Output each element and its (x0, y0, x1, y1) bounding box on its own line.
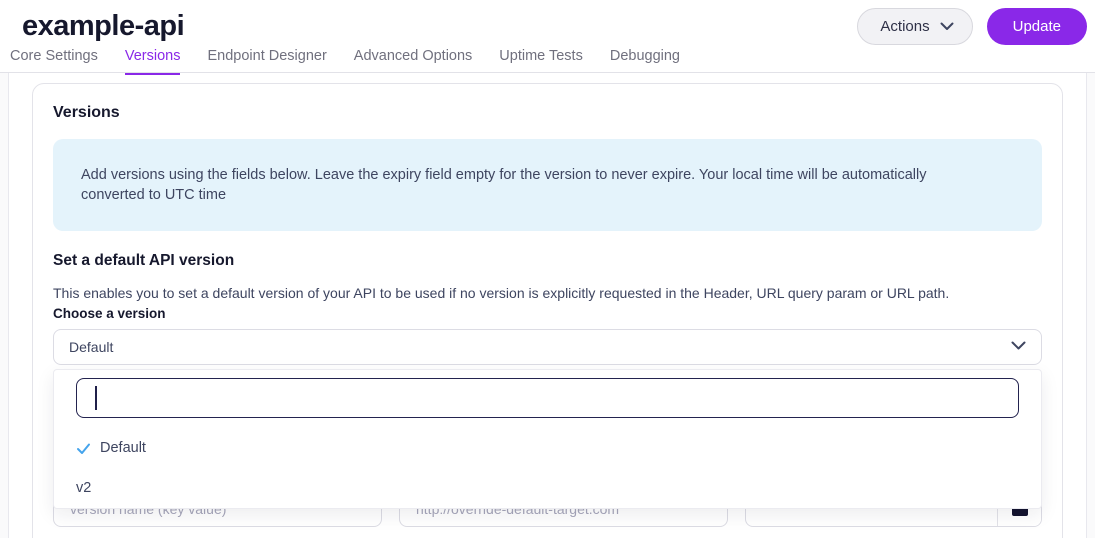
choose-version-label: Choose a version (53, 306, 166, 321)
tab-core-settings[interactable]: Core Settings (10, 48, 98, 75)
version-select-wrap: Default Default v2 (53, 329, 1042, 509)
check-icon (76, 441, 91, 456)
info-banner-text: Add versions using the fields below. Lea… (81, 167, 927, 203)
dropdown-option-v2[interactable]: v2 (54, 472, 1041, 504)
dropdown-search-input[interactable] (98, 390, 1000, 406)
dropdown-option-default[interactable]: Default (54, 432, 1041, 464)
version-dropdown-panel: Default v2 (53, 369, 1042, 509)
text-caret (95, 386, 97, 410)
tab-debugging[interactable]: Debugging (610, 48, 680, 75)
tab-bar: Core Settings Versions Endpoint Designer… (0, 48, 1095, 75)
dropdown-option-label: Default (100, 440, 146, 456)
tab-advanced-options[interactable]: Advanced Options (354, 48, 473, 75)
update-button[interactable]: Update (986, 8, 1087, 45)
dropdown-option-label: v2 (76, 480, 92, 496)
chevron-down-icon (940, 18, 954, 35)
tab-endpoint-designer[interactable]: Endpoint Designer (207, 48, 326, 75)
version-select[interactable]: Default (53, 329, 1042, 365)
actions-button[interactable]: Actions (857, 8, 973, 45)
info-banner: Add versions using the fields below. Lea… (53, 139, 1042, 231)
tab-versions[interactable]: Versions (124, 48, 181, 75)
version-select-value: Default (69, 339, 114, 355)
page-title: example-api (22, 10, 185, 42)
versions-card: Versions Add versions using the fields b… (32, 83, 1063, 538)
update-button-label: Update (1012, 18, 1061, 35)
dropdown-search-box[interactable] (76, 378, 1019, 418)
page-header: example-api Actions Update (0, 0, 1095, 48)
tab-uptime-tests[interactable]: Uptime Tests (499, 48, 583, 75)
default-version-description: This enables you to set a default versio… (53, 285, 950, 301)
content-container: Versions Add versions using the fields b… (8, 73, 1087, 538)
card-heading: Versions (53, 104, 120, 121)
chevron-down-icon (1011, 338, 1026, 356)
default-version-heading: Set a default API version (53, 252, 235, 269)
actions-button-label: Actions (880, 18, 930, 35)
